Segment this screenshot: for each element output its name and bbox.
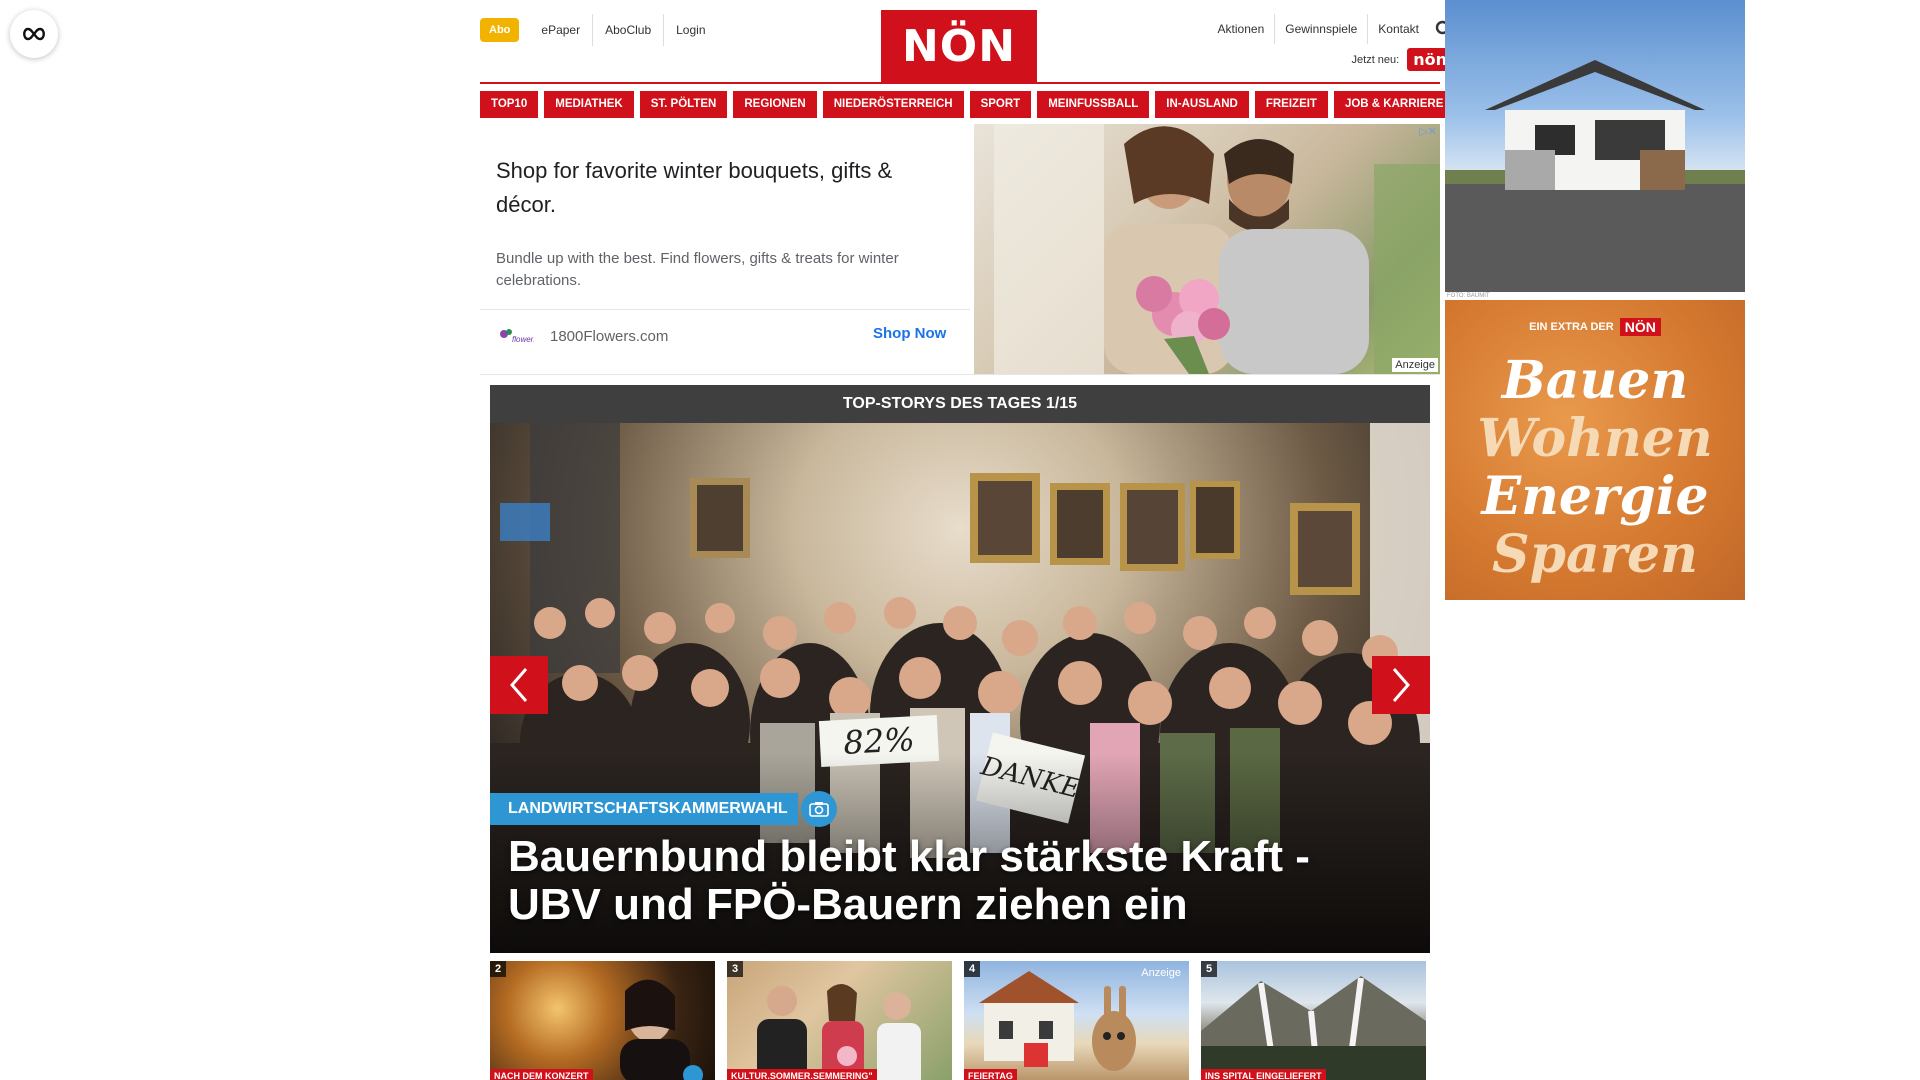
extra-header: EIN EXTRA DER NÖN <box>1445 318 1745 336</box>
ad-text-panel: Shop for favorite winter bouquets, gifts… <box>480 124 970 374</box>
ad-title[interactable]: Shop for favorite winter bouquets, gifts… <box>496 154 956 222</box>
ad-anzeige-label: Anzeige <box>1392 358 1438 372</box>
shop-now-button[interactable]: Shop Now <box>873 324 946 344</box>
thumb-number: 5 <box>1201 961 1218 977</box>
word-energie: Energie <box>1481 466 1709 527</box>
aktionen-link[interactable]: Aktionen <box>1208 14 1275 44</box>
main-nav: TOP10 MEDIATHEK ST. PÖLTEN REGIONEN NIED… <box>480 91 1455 118</box>
top-stories-header: TOP-STORYS DES TAGES 1/15 <box>490 385 1430 423</box>
nav-item-sport[interactable]: SPORT <box>969 91 1032 118</box>
kontakt-link[interactable]: Kontakt <box>1367 14 1429 44</box>
nav-item-regionen[interactable]: REGIONEN <box>733 91 817 118</box>
ad-divider <box>480 309 970 310</box>
abo-button[interactable]: Abo <box>480 18 520 42</box>
nav-item-top10[interactable]: TOP10 <box>480 91 539 118</box>
story-thumb-5[interactable]: 5 INS SPITAL EINGELIEFERT <box>1201 961 1426 1080</box>
camera-icon <box>683 1065 703 1080</box>
slider-prev-button[interactable] <box>490 656 548 714</box>
thumb-number: 2 <box>490 961 507 977</box>
ad-choices-icon[interactable]: ▷✕ <box>1416 124 1440 139</box>
nav-item-mediathek[interactable]: MEDIATHEK <box>544 91 634 118</box>
chevron-right-icon <box>1392 668 1410 702</box>
nav-item-job-karriere[interactable]: JOB & KARRIERE <box>1333 91 1455 118</box>
nav-item-in-ausland[interactable]: IN-AUSLAND <box>1155 91 1249 118</box>
word-sparen: Sparen <box>1492 524 1698 585</box>
aboclub-link[interactable]: AboClub <box>592 14 663 46</box>
word-wohnen: Wohnen <box>1477 408 1713 469</box>
hero-headline[interactable]: Bauernbund bleibt klar stärkste Kraft - … <box>508 833 1388 929</box>
ad-brand[interactable]: flowers 1800Flowers.com <box>496 324 668 348</box>
slider-next-button[interactable] <box>1372 656 1430 714</box>
hero-slide[interactable]: 82% DANKE LANDWIRTSCHAFTSKAMMERWAHL Baue… <box>490 423 1430 953</box>
sidebar-bauen-ad[interactable]: EIN EXTRA DER NÖN Bauen Wohnen Energie S… <box>1445 300 1745 600</box>
thumb-category-tag: FEIERTAG <box>964 1069 1017 1080</box>
house-illustration <box>1445 60 1745 292</box>
site-logo[interactable]: NÖN <box>881 10 1037 82</box>
photo-credit: FOTO: BAUMIT <box>1447 293 1490 299</box>
camera-icon <box>801 791 837 827</box>
extra-logo: NÖN <box>1619 318 1661 336</box>
thumb-5-illustration <box>1201 976 1426 1080</box>
top-right-nav: Aktionen Gewinnspiele Kontakt <box>1198 14 1453 44</box>
thumb-category-tag: NACH DEM KONZERT <box>490 1069 593 1080</box>
ad-description: Bundle up with the best. Find flowers, g… <box>496 250 899 289</box>
nav-item-niederoesterreich[interactable]: NIEDERÖSTERREICH <box>822 91 964 118</box>
ad-brand-name: 1800Flowers.com <box>550 327 669 345</box>
thumb-number: 3 <box>727 961 744 977</box>
jetzt-neu-label: Jetzt neu: <box>1351 53 1400 66</box>
story-thumb-3[interactable]: 3 KULTUR.SOMMER.SEMMERING" <box>727 961 952 1080</box>
thumb-category-tag: INS SPITAL EINGELIEFERT <box>1201 1069 1326 1080</box>
top-stories: TOP-STORYS DES TAGES 1/15 82% LANDWIRTSC… <box>490 385 1430 953</box>
story-thumb-2[interactable]: 2 NACH DEM KONZERT <box>490 961 715 1080</box>
epaper-link[interactable]: ePaper <box>529 14 592 46</box>
advertisement[interactable]: Shop for favorite winter bouquets, gifts… <box>480 124 1440 375</box>
gewinnspiele-link[interactable]: Gewinnspiele <box>1274 14 1367 44</box>
reader-toggle-button[interactable] <box>10 10 58 58</box>
top-left-nav: Abo ePaper AboClub Login <box>480 14 718 46</box>
thumb-3-illustration <box>757 983 921 1080</box>
thumb-anzeige-label: Anzeige <box>1141 967 1181 979</box>
nav-item-meinfussball[interactable]: MEINFUSSBALL <box>1037 91 1150 118</box>
hero-category-tag[interactable]: LANDWIRTSCHAFTSKAMMERWAHL <box>490 793 798 825</box>
sidebar-house-ad[interactable] <box>1445 0 1745 292</box>
infinity-icon <box>23 27 45 41</box>
nav-item-st-poelten[interactable]: ST. PÖLTEN <box>639 91 728 118</box>
jetzt-neu: Jetzt neu: nön <box>1352 48 1453 71</box>
story-thumb-4[interactable]: 4 Anzeige FEIERTAG <box>964 961 1189 1080</box>
login-link[interactable]: Login <box>663 14 717 46</box>
thumb-category-tag: KULTUR.SOMMER.SEMMERING" <box>727 1069 877 1080</box>
extra-label: EIN EXTRA DER <box>1529 321 1614 333</box>
thumb-number: 4 <box>964 961 981 977</box>
thumb-2-illustration <box>620 979 690 1080</box>
header-divider <box>480 82 1440 84</box>
ad-couple-image[interactable]: ▷✕ Anzeige <box>974 124 1440 374</box>
flowers-logo-icon: flowers <box>496 324 536 348</box>
word-bauen: Bauen <box>1501 350 1689 411</box>
ad-photo-illustration <box>994 124 1440 374</box>
story-thumbnails: 2 NACH DEM KONZERT 3 KULTUR.SOMMER.SEMME… <box>490 961 1430 1080</box>
svg-text:flowers: flowers <box>512 335 534 344</box>
chevron-left-icon <box>510 668 528 702</box>
nav-item-freizeit[interactable]: FREIZEIT <box>1254 91 1328 118</box>
